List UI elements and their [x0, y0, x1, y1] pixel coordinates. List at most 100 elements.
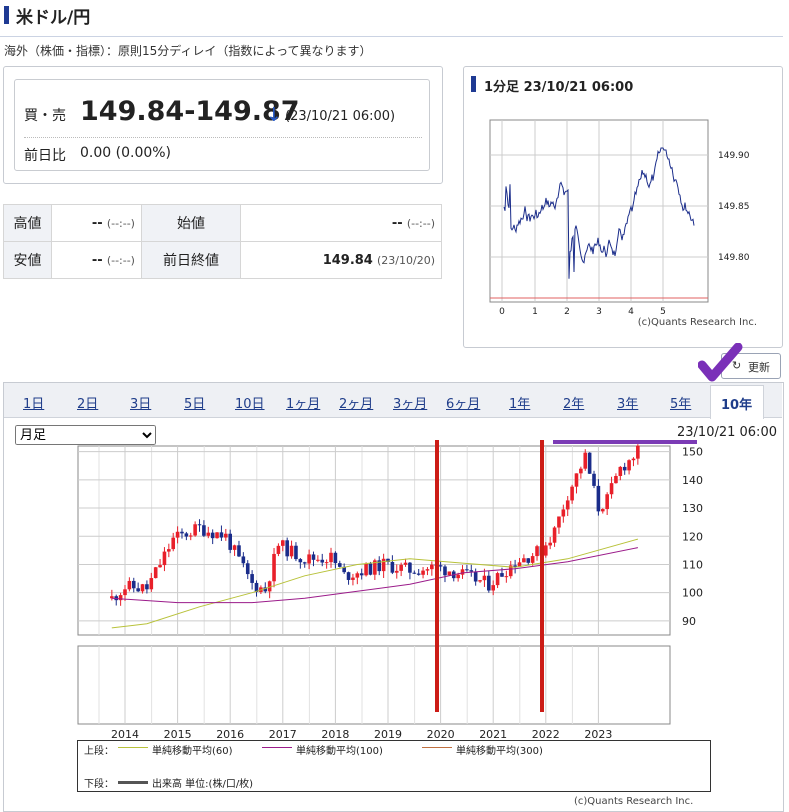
check-stroke	[698, 343, 743, 382]
table-row: 高値 -- (--:--) 始値 -- (--:--)	[3, 204, 443, 242]
candle-body	[228, 533, 232, 550]
legend-volume-swatch	[118, 781, 148, 784]
y-tick-label: 120	[682, 530, 703, 543]
tab-10d[interactable]: 10日	[235, 393, 265, 412]
high-label: 高値	[3, 204, 52, 242]
intraday-y-tick: 149.85	[718, 202, 750, 212]
candle-body	[215, 532, 219, 539]
candle-body	[579, 468, 583, 474]
tab-label: 10年	[721, 398, 753, 413]
down-arrow-icon: ↓	[266, 104, 282, 126]
candle-body	[364, 563, 368, 576]
candle-body	[276, 545, 281, 554]
candle-body	[622, 466, 627, 471]
candle-body	[465, 569, 469, 571]
open-value: --	[391, 215, 403, 231]
intraday-x-tick: 4	[628, 307, 634, 317]
tab-6m[interactable]: 6ヶ月	[446, 393, 480, 412]
x-tick-label: 2015	[164, 728, 192, 740]
tab-1m[interactable]: 1ヶ月	[286, 393, 320, 412]
candle-body	[123, 589, 127, 596]
candle-body	[504, 576, 509, 578]
y-tick-label: 110	[682, 558, 703, 571]
candle-body	[430, 564, 434, 570]
table-row: 安値 -- (--:--) 前日終値 149.84 (23/10/20)	[3, 241, 443, 279]
candle-body	[224, 533, 228, 538]
intraday-header: 1分足 23/10/21 06:00	[484, 80, 634, 95]
tab-2m[interactable]: 2ヶ月	[339, 393, 373, 412]
candle-body	[482, 575, 487, 581]
candle-body	[473, 571, 478, 582]
tab-10y[interactable]: 10年	[710, 385, 764, 419]
bid-ask-label: 買・売	[24, 108, 66, 124]
candle-body	[202, 525, 206, 536]
candle-body	[171, 537, 176, 550]
candle-body	[324, 562, 329, 564]
volume-plot-area	[77, 645, 671, 725]
prev-close-value: 149.84	[322, 252, 373, 268]
quote-time: (23/10/21 06:00)	[285, 109, 396, 124]
low-value: --	[91, 252, 103, 268]
candle-body	[219, 532, 224, 538]
tab-2y[interactable]: 2年	[563, 393, 584, 412]
candle-body	[600, 509, 605, 512]
candle-body	[416, 573, 421, 575]
open-label: 始値	[140, 204, 241, 242]
candle-body	[390, 561, 395, 573]
candle-body	[447, 571, 452, 576]
candle-body	[605, 494, 609, 510]
tab-2d[interactable]: 2日	[77, 393, 98, 412]
candle-body	[421, 570, 425, 575]
tab-3d[interactable]: 3日	[130, 393, 151, 412]
title-divider	[0, 36, 783, 37]
candle-body	[241, 556, 246, 564]
candle-body	[544, 545, 548, 556]
candle-body	[355, 573, 360, 578]
candle-body	[456, 574, 460, 579]
candle-body	[412, 572, 417, 574]
copyright: (c)Quants Research Inc.	[574, 796, 694, 807]
tab-3y[interactable]: 3年	[617, 393, 638, 412]
candle-body	[535, 546, 539, 557]
prev-close-time: (23/10/20)	[377, 253, 435, 267]
candle-body	[530, 556, 535, 563]
x-tick-label: 2017	[269, 728, 297, 740]
candle-body	[237, 545, 241, 557]
candle-body	[368, 563, 373, 575]
tab-5d[interactable]: 5日	[184, 393, 205, 412]
candle-body	[272, 553, 276, 582]
tab-1d[interactable]: 1日	[23, 393, 44, 412]
prev-close-label: 前日終値	[140, 241, 241, 279]
candle-body	[307, 554, 311, 564]
y-tick-label: 90	[682, 615, 696, 628]
candle-body	[583, 452, 588, 469]
candle-body	[526, 558, 531, 563]
candle-body	[425, 569, 430, 571]
candle-body	[443, 566, 447, 576]
legend-ma300-swatch	[422, 747, 452, 748]
x-tick-label: 2023	[584, 728, 612, 740]
candle-body	[184, 533, 189, 537]
candle-body	[145, 584, 149, 590]
candle-body	[522, 558, 526, 563]
candle-body	[438, 565, 443, 567]
quote-divider	[24, 137, 422, 138]
candle-body	[294, 545, 298, 560]
candle-body	[552, 527, 557, 543]
candle-body	[232, 545, 237, 550]
tab-5y[interactable]: 5年	[670, 393, 691, 412]
x-tick-label: 2019	[374, 728, 402, 740]
candle-body	[281, 540, 285, 546]
ohlc-table: 高値 -- (--:--) 始値 -- (--:--) 安値 -- (--:--…	[3, 204, 443, 279]
refresh-label: 更新	[748, 361, 770, 374]
legend-ma60-swatch	[118, 747, 148, 748]
x-tick-label: 2018	[321, 728, 349, 740]
tab-3m[interactable]: 3ヶ月	[393, 393, 427, 412]
candle-body	[167, 549, 171, 552]
candle-body	[548, 542, 552, 546]
high-value: --	[91, 215, 103, 231]
candle-body	[188, 535, 193, 537]
candle-body	[158, 565, 162, 568]
tab-1y[interactable]: 1年	[509, 393, 530, 412]
intraday-x-tick: 3	[596, 307, 602, 317]
